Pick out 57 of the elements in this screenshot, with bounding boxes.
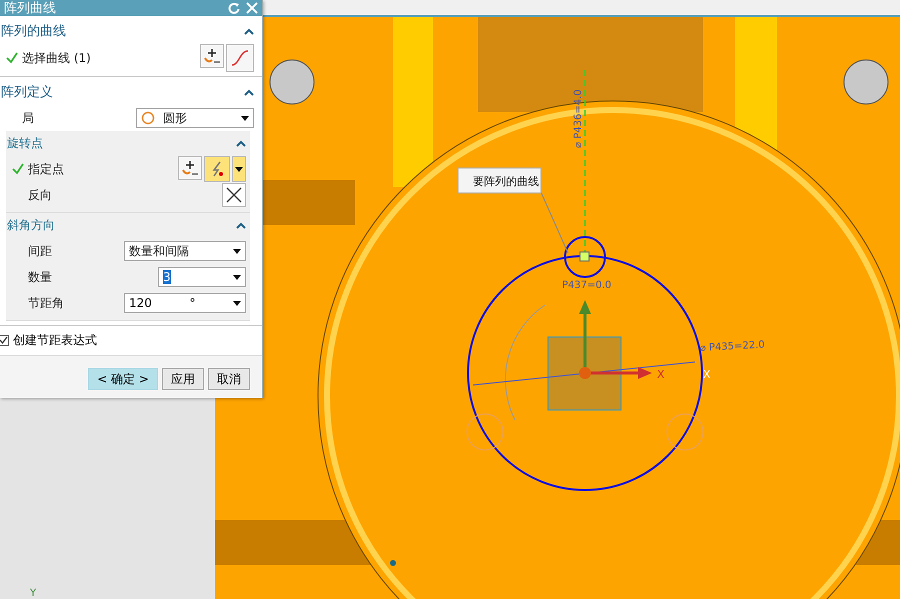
curve-select-button[interactable] [226,44,254,72]
field-label: 数量 [28,268,52,286]
section-header[interactable]: 阵列的曲线 [0,18,254,44]
dialog-button[interactable]: 取消 [208,368,250,390]
dimension-label: P437=0.0 [562,280,612,291]
axis-label: Y [30,588,38,599]
option-label: 创建节距表达式 [13,332,97,349]
dialog-title: 阵列曲线 [4,0,56,17]
dropdown-field[interactable]: 数量和间隔 [124,241,246,261]
reverse-direction-button[interactable] [222,183,246,207]
dropdown-field[interactable]: 圆形 [136,108,254,128]
circle-layout-icon [141,111,155,125]
angle-field[interactable]: 120 ° [124,293,246,313]
hole [270,60,314,104]
point-marker [580,252,590,262]
chevron-icon [236,140,246,147]
section-header[interactable]: 阵列定义 [0,79,254,105]
curve-circle [564,236,606,278]
dropdown-caret-icon [233,300,241,306]
field-label: 反向 [28,186,52,204]
point-dot [390,560,396,566]
chevron-icon [244,88,254,96]
number-field[interactable]: 3 [158,267,246,287]
checkbox-option[interactable]: 创建节距表达式 [0,326,262,355]
section-header[interactable]: 旋转点 [6,131,246,156]
curve-icon [230,48,250,68]
add-point-button[interactable] [178,156,202,180]
dropdown-caret-icon [233,248,241,254]
dropdown-caret-icon [235,166,243,172]
chevron-icon [236,222,246,229]
field-label: 间距 [28,242,52,260]
add-selection-icon [203,47,221,65]
hole [844,60,888,104]
dimension-label: ⌀ P436=4.0 [573,89,584,148]
preview-circle [666,414,704,450]
chevron-icon [244,28,254,34]
preview-circle [466,414,504,450]
checkbox[interactable] [0,335,9,346]
dropdown-caret-icon [241,116,249,120]
origin-sphere [579,367,591,379]
axis-label: X [657,368,665,381]
field-label: 指定点 [28,160,64,178]
dropdown-caret-icon [233,274,241,280]
field-label: 节距角 [28,294,64,312]
add-selection-icon [181,159,199,177]
dimension-label: ⌀ P435=22.0 [700,340,766,354]
dialog-button[interactable]: < 确定 > [88,368,158,390]
field-label: 选择曲线 (1) [22,50,91,66]
add-curve-button[interactable] [200,44,224,68]
axis-label: X [703,368,711,381]
dialog-button[interactable]: 应用 [162,368,204,390]
close-icon[interactable] [246,2,258,14]
field-label: 局 [22,110,34,126]
tooltip-label: 要阵列的曲线 [473,175,539,188]
reset-icon[interactable] [228,2,240,14]
point-type-dropdown[interactable] [232,156,246,182]
section-header[interactable]: 斜角方向 [6,213,246,238]
